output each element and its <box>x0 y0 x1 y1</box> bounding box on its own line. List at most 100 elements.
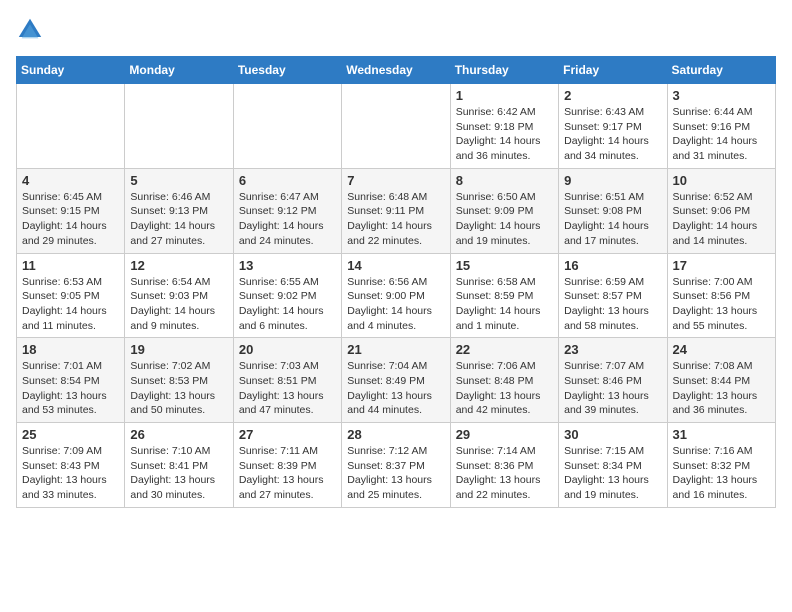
day-cell: 9 Sunrise: 6:51 AM Sunset: 9:08 PM Daylig… <box>559 168 667 253</box>
day-number: 9 <box>564 173 661 188</box>
day-info: Sunrise: 6:51 AM Sunset: 9:08 PM Dayligh… <box>564 190 661 249</box>
week-row-3: 11Sunrise: 6:53 AM Sunset: 9:05 PM Dayli… <box>17 253 776 338</box>
day-cell: 23Sunrise: 7:07 AM Sunset: 8:46 PM Dayli… <box>559 338 667 423</box>
day-info: Sunrise: 6:58 AM Sunset: 8:59 PM Dayligh… <box>456 275 553 334</box>
day-cell: 26 Sunrise: 7:10 AM Sunset: 8:41 PM Dayli… <box>125 423 233 508</box>
day-number: 26 <box>130 427 227 442</box>
day-header-saturday: Saturday <box>667 57 775 84</box>
day-cell: 1 Sunrise: 6:42 AM Sunset: 9:18 PM Daylig… <box>450 84 558 169</box>
day-cell: 30 Sunrise: 7:15 AM Sunset: 8:34 PM Dayli… <box>559 423 667 508</box>
day-info: Sunrise: 7:02 AM Sunset: 8:53 PM Dayligh… <box>130 359 227 418</box>
day-number: 1 <box>456 88 553 103</box>
day-info: Sunrise: 7:06 AM Sunset: 8:48 PM Dayligh… <box>456 359 553 418</box>
day-number: 2 <box>564 88 661 103</box>
day-info: Sunrise: 7:04 AM Sunset: 8:49 PM Dayligh… <box>347 359 444 418</box>
day-number: 4 <box>22 173 119 188</box>
day-cell: 6Sunrise: 6:47 AM Sunset: 9:12 PM Daylig… <box>233 168 341 253</box>
day-cell: 25 Sunrise: 7:09 AM Sunset: 8:43 PM Dayli… <box>17 423 125 508</box>
day-info: Sunrise: 7:14 AM Sunset: 8:36 PM Dayligh… <box>456 444 553 503</box>
day-cell <box>342 84 450 169</box>
day-number: 20 <box>239 342 336 357</box>
week-row-2: 4 Sunrise: 6:45 AM Sunset: 9:15 PM Daylig… <box>17 168 776 253</box>
day-info: Sunrise: 7:16 AM Sunset: 8:32 PM Dayligh… <box>673 444 770 503</box>
day-header-tuesday: Tuesday <box>233 57 341 84</box>
day-cell: 12 Sunrise: 6:54 AM Sunset: 9:03 PM Dayli… <box>125 253 233 338</box>
day-header-thursday: Thursday <box>450 57 558 84</box>
day-number: 22 <box>456 342 553 357</box>
week-row-4: 18 Sunrise: 7:01 AM Sunset: 8:54 PM Dayli… <box>17 338 776 423</box>
day-cell: 3 Sunrise: 6:44 AM Sunset: 9:16 PM Daylig… <box>667 84 775 169</box>
day-info: Sunrise: 6:47 AM Sunset: 9:12 PM Dayligh… <box>239 190 336 249</box>
day-number: 7 <box>347 173 444 188</box>
day-info: Sunrise: 6:44 AM Sunset: 9:16 PM Dayligh… <box>673 105 770 164</box>
day-info: Sunrise: 7:12 AM Sunset: 8:37 PM Dayligh… <box>347 444 444 503</box>
day-header-monday: Monday <box>125 57 233 84</box>
day-info: Sunrise: 6:45 AM Sunset: 9:15 PM Dayligh… <box>22 190 119 249</box>
day-number: 16 <box>564 258 661 273</box>
day-number: 31 <box>673 427 770 442</box>
day-info: Sunrise: 7:15 AM Sunset: 8:34 PM Dayligh… <box>564 444 661 503</box>
day-info: Sunrise: 6:52 AM Sunset: 9:06 PM Dayligh… <box>673 190 770 249</box>
day-cell <box>17 84 125 169</box>
logo-icon <box>16 16 44 44</box>
day-number: 19 <box>130 342 227 357</box>
day-cell: 19 Sunrise: 7:02 AM Sunset: 8:53 PM Dayli… <box>125 338 233 423</box>
day-info: Sunrise: 7:08 AM Sunset: 8:44 PM Dayligh… <box>673 359 770 418</box>
day-cell: 7 Sunrise: 6:48 AM Sunset: 9:11 PM Daylig… <box>342 168 450 253</box>
day-cell: 20 Sunrise: 7:03 AM Sunset: 8:51 PM Dayli… <box>233 338 341 423</box>
day-info: Sunrise: 6:54 AM Sunset: 9:03 PM Dayligh… <box>130 275 227 334</box>
day-cell: 29 Sunrise: 7:14 AM Sunset: 8:36 PM Dayli… <box>450 423 558 508</box>
day-info: Sunrise: 7:09 AM Sunset: 8:43 PM Dayligh… <box>22 444 119 503</box>
day-info: Sunrise: 7:01 AM Sunset: 8:54 PM Dayligh… <box>22 359 119 418</box>
day-info: Sunrise: 6:55 AM Sunset: 9:02 PM Dayligh… <box>239 275 336 334</box>
day-number: 18 <box>22 342 119 357</box>
day-info: Sunrise: 7:07 AM Sunset: 8:46 PM Dayligh… <box>564 359 661 418</box>
day-number: 25 <box>22 427 119 442</box>
day-info: Sunrise: 7:03 AM Sunset: 8:51 PM Dayligh… <box>239 359 336 418</box>
day-number: 3 <box>673 88 770 103</box>
day-cell: 2 Sunrise: 6:43 AM Sunset: 9:17 PM Daylig… <box>559 84 667 169</box>
day-number: 11 <box>22 258 119 273</box>
logo <box>16 16 48 44</box>
day-cell: 8 Sunrise: 6:50 AM Sunset: 9:09 PM Daylig… <box>450 168 558 253</box>
day-number: 24 <box>673 342 770 357</box>
day-info: Sunrise: 6:50 AM Sunset: 9:09 PM Dayligh… <box>456 190 553 249</box>
day-info: Sunrise: 7:10 AM Sunset: 8:41 PM Dayligh… <box>130 444 227 503</box>
day-number: 29 <box>456 427 553 442</box>
day-cell <box>233 84 341 169</box>
day-cell: 17 Sunrise: 7:00 AM Sunset: 8:56 PM Dayli… <box>667 253 775 338</box>
day-cell: 28 Sunrise: 7:12 AM Sunset: 8:37 PM Dayli… <box>342 423 450 508</box>
day-header-wednesday: Wednesday <box>342 57 450 84</box>
day-cell: 18 Sunrise: 7:01 AM Sunset: 8:54 PM Dayli… <box>17 338 125 423</box>
day-info: Sunrise: 6:56 AM Sunset: 9:00 PM Dayligh… <box>347 275 444 334</box>
day-info: Sunrise: 6:59 AM Sunset: 8:57 PM Dayligh… <box>564 275 661 334</box>
day-number: 5 <box>130 173 227 188</box>
day-number: 28 <box>347 427 444 442</box>
day-cell: 11Sunrise: 6:53 AM Sunset: 9:05 PM Dayli… <box>17 253 125 338</box>
calendar: SundayMondayTuesdayWednesdayThursdayFrid… <box>16 56 776 508</box>
day-number: 12 <box>130 258 227 273</box>
day-number: 30 <box>564 427 661 442</box>
day-number: 13 <box>239 258 336 273</box>
day-cell: 10Sunrise: 6:52 AM Sunset: 9:06 PM Dayli… <box>667 168 775 253</box>
day-number: 17 <box>673 258 770 273</box>
day-header-sunday: Sunday <box>17 57 125 84</box>
day-cell: 4 Sunrise: 6:45 AM Sunset: 9:15 PM Daylig… <box>17 168 125 253</box>
day-cell <box>125 84 233 169</box>
day-cell: 15Sunrise: 6:58 AM Sunset: 8:59 PM Dayli… <box>450 253 558 338</box>
day-info: Sunrise: 6:46 AM Sunset: 9:13 PM Dayligh… <box>130 190 227 249</box>
day-info: Sunrise: 6:43 AM Sunset: 9:17 PM Dayligh… <box>564 105 661 164</box>
day-cell: 13 Sunrise: 6:55 AM Sunset: 9:02 PM Dayli… <box>233 253 341 338</box>
day-info: Sunrise: 7:11 AM Sunset: 8:39 PM Dayligh… <box>239 444 336 503</box>
day-number: 8 <box>456 173 553 188</box>
day-cell: 31 Sunrise: 7:16 AM Sunset: 8:32 PM Dayli… <box>667 423 775 508</box>
day-info: Sunrise: 7:00 AM Sunset: 8:56 PM Dayligh… <box>673 275 770 334</box>
day-info: Sunrise: 6:42 AM Sunset: 9:18 PM Dayligh… <box>456 105 553 164</box>
day-cell: 16 Sunrise: 6:59 AM Sunset: 8:57 PM Dayli… <box>559 253 667 338</box>
day-info: Sunrise: 6:48 AM Sunset: 9:11 PM Dayligh… <box>347 190 444 249</box>
day-cell: 27Sunrise: 7:11 AM Sunset: 8:39 PM Dayli… <box>233 423 341 508</box>
day-cell: 22 Sunrise: 7:06 AM Sunset: 8:48 PM Dayli… <box>450 338 558 423</box>
day-cell: 24 Sunrise: 7:08 AM Sunset: 8:44 PM Dayli… <box>667 338 775 423</box>
day-cell: 21Sunrise: 7:04 AM Sunset: 8:49 PM Dayli… <box>342 338 450 423</box>
week-row-1: 1 Sunrise: 6:42 AM Sunset: 9:18 PM Daylig… <box>17 84 776 169</box>
